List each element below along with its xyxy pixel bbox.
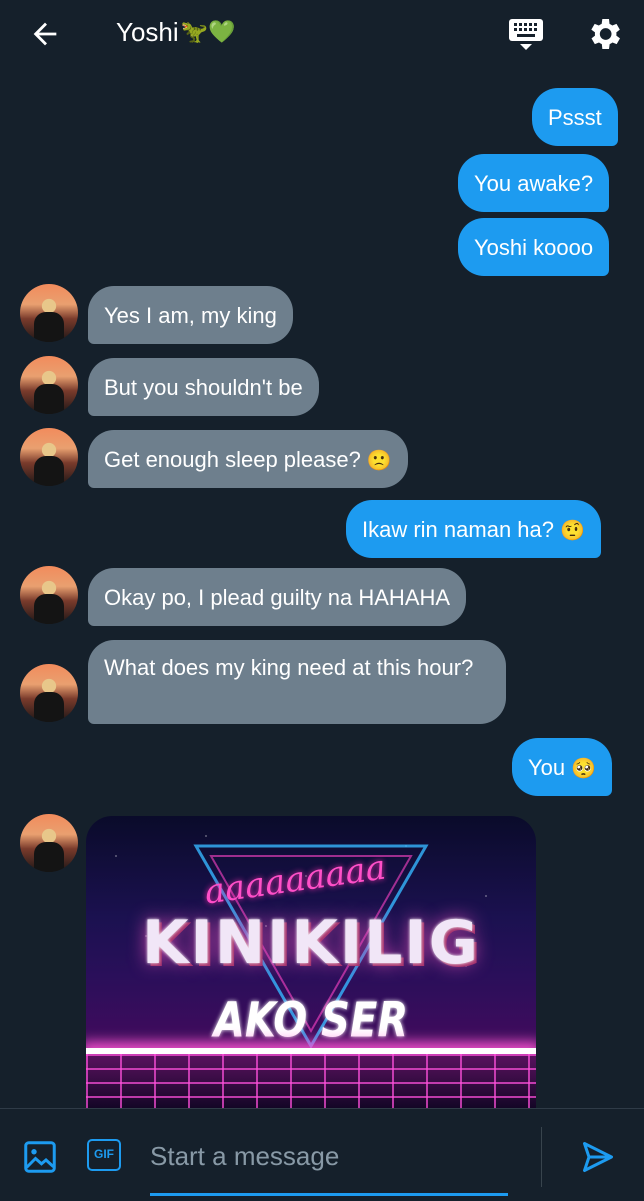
conversation-title[interactable]: Yoshi 🦖💚 (116, 14, 235, 50)
composer-divider (541, 1127, 542, 1187)
media-subtitle-text: AKO SER (213, 993, 409, 1049)
image-icon[interactable] (22, 1139, 58, 1175)
contact-name-emojis: 🦖💚 (180, 19, 236, 44)
outgoing-message[interactable]: Pssst (532, 88, 618, 146)
message-composer: GIF (0, 1108, 644, 1201)
pleading-face-emoji: 🥺 (571, 756, 597, 780)
keyboard-icon[interactable] (506, 14, 546, 54)
neon-grid (86, 1054, 536, 1108)
frowning-face-emoji: 🙁 (366, 448, 392, 472)
raised-eyebrow-emoji: 🤨 (560, 518, 585, 542)
contact-avatar[interactable] (20, 664, 78, 722)
media-headline-text: KINIKILIG (142, 908, 480, 978)
message-text: Yoshi koooo (474, 235, 594, 260)
outgoing-message[interactable]: Ikaw rin naman ha? 🤨 (346, 500, 601, 558)
back-arrow-icon[interactable] (28, 17, 62, 51)
message-text: Yes I am, my king (104, 303, 277, 328)
gif-button[interactable]: GIF (87, 1139, 121, 1171)
message-input[interactable] (150, 1137, 508, 1175)
incoming-message[interactable]: Yes I am, my king (88, 286, 293, 344)
media-image-message[interactable]: aaaaaaaaa KINIKILIG AKO SER (86, 816, 536, 1108)
outgoing-message[interactable]: You 🥺 (512, 738, 613, 796)
outgoing-message[interactable]: Yoshi koooo (458, 218, 610, 276)
incoming-message[interactable]: What does my king need at this hour? (88, 640, 506, 724)
input-underline (150, 1193, 508, 1196)
contact-name: Yoshi (116, 17, 179, 47)
contact-avatar[interactable] (20, 566, 78, 624)
message-text: What does my king need at this hour? (104, 655, 474, 680)
message-text: Okay po, I plead guilty na HAHAHA (104, 585, 451, 610)
send-icon[interactable] (580, 1139, 616, 1175)
message-text: Get enough sleep please? (104, 447, 361, 472)
incoming-message[interactable]: But you shouldn't be (88, 358, 319, 416)
conversation-header: Yoshi 🦖💚 (0, 0, 644, 66)
message-text: Ikaw rin naman ha? (362, 517, 554, 542)
message-text: Pssst (548, 105, 602, 130)
message-text: You (528, 755, 566, 780)
incoming-message[interactable]: Get enough sleep please? 🙁 (88, 430, 408, 488)
message-text: You awake? (474, 171, 594, 196)
contact-avatar[interactable] (20, 356, 78, 414)
incoming-message[interactable]: Okay po, I plead guilty na HAHAHA (88, 568, 467, 626)
message-text: But you shouldn't be (104, 375, 303, 400)
contact-avatar[interactable] (20, 814, 78, 872)
gear-icon[interactable] (584, 14, 624, 54)
contact-avatar[interactable] (20, 284, 78, 342)
outgoing-message[interactable]: You awake? (458, 154, 610, 212)
contact-avatar[interactable] (20, 428, 78, 486)
